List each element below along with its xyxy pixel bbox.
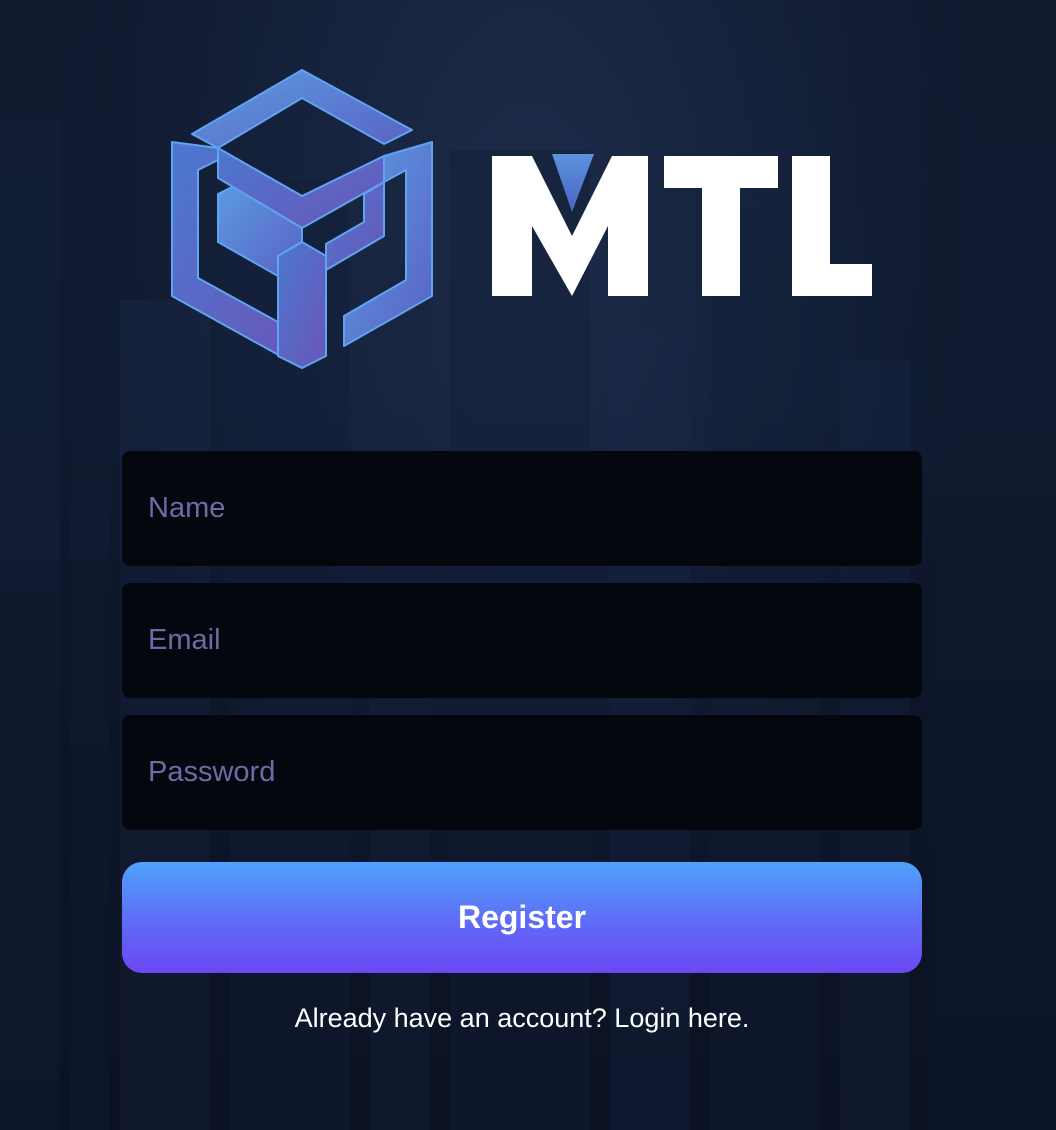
mtl-logo (168, 66, 878, 372)
register-form (122, 451, 922, 847)
login-link[interactable]: Login here. (614, 1003, 749, 1033)
login-prompt: Already have an account? Login here. (122, 1000, 922, 1036)
cube-emblem-icon (171, 69, 433, 369)
register-button[interactable]: Register (122, 862, 922, 973)
v-accent-icon (552, 154, 594, 212)
email-input[interactable] (122, 583, 922, 698)
login-prompt-text: Already have an account? (294, 1003, 615, 1033)
wordmark-mtl (492, 154, 872, 296)
name-input[interactable] (122, 451, 922, 566)
password-input[interactable] (122, 715, 922, 830)
